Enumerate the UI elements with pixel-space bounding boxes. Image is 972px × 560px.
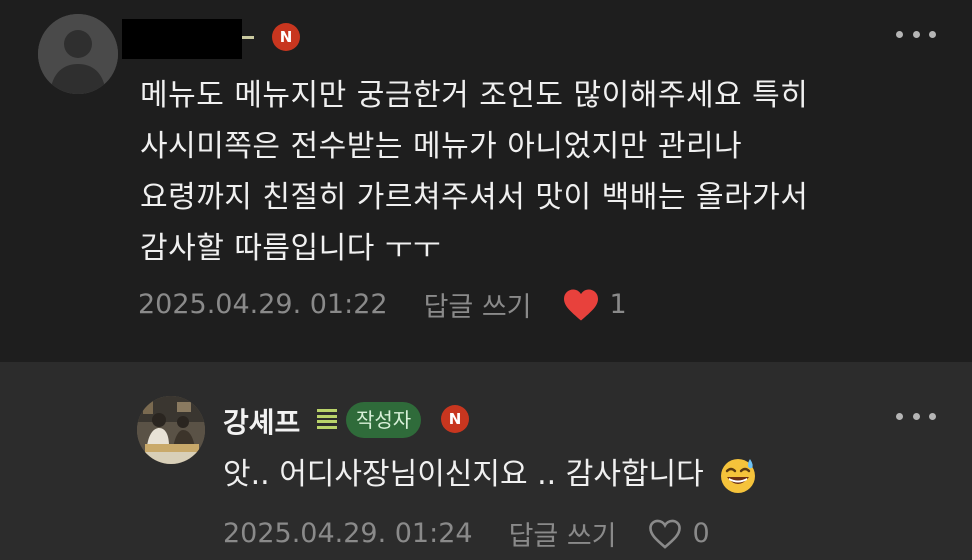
reply-meta: 2025.04.29. 01:24 답글 쓰기 0	[223, 514, 710, 553]
more-options-icon[interactable]	[896, 27, 936, 41]
comment: N 메뉴도 메뉴지만 궁금한거 조언도 많이해주세요 특히 사시미쪽은 전수받는…	[0, 0, 972, 362]
reply-button[interactable]: 답글 쓰기	[424, 285, 532, 324]
author-name[interactable]: 강셰프	[223, 401, 300, 441]
level-icon	[317, 409, 337, 429]
reply-text-row: 앗.. 어디사장님이신지요 .. 감사합니다	[223, 450, 758, 500]
timestamp: 2025.04.29. 01:22	[138, 289, 388, 320]
avatar[interactable]	[137, 396, 205, 464]
more-options-icon[interactable]	[896, 409, 936, 423]
heart-outline-icon[interactable]	[647, 518, 683, 550]
reply-button[interactable]: 답글 쓰기	[509, 514, 617, 553]
new-badge-icon: N	[272, 23, 300, 51]
comment-text: 메뉴도 메뉴지만 궁금한거 조언도 많이해주세요 특히 사시미쪽은 전수받는 메…	[140, 70, 940, 274]
grinning-face-with-sweat-emoji	[720, 459, 755, 493]
author-tag: 작성자	[346, 402, 422, 438]
comment-line: 사시미쪽은 전수받는 메뉴가 아니었지만 관리나	[140, 129, 743, 164]
comment-line: 메뉴도 메뉴지만 궁금한거 조언도 많이해주세요 특히	[140, 78, 809, 113]
new-badge-icon: N	[441, 405, 469, 433]
comment-line: 요령까지 친절히 가르쳐주셔서 맛이 백배는 올라가서	[140, 180, 809, 215]
reply-text: 앗.. 어디사장님이신지요 .. 감사합니다	[223, 457, 704, 492]
redacted-username[interactable]	[122, 19, 242, 59]
heart-filled-icon[interactable]	[562, 288, 600, 322]
like-count: 0	[692, 518, 710, 549]
like-count: 1	[609, 289, 627, 320]
timestamp: 2025.04.29. 01:24	[223, 518, 473, 549]
default-avatar-icon[interactable]	[38, 14, 118, 94]
comment-meta: 2025.04.29. 01:22 답글 쓰기 1	[138, 285, 627, 324]
level-icon	[242, 36, 254, 39]
comment-line: 감사할 따름입니다 ㅜㅜ	[140, 231, 442, 266]
